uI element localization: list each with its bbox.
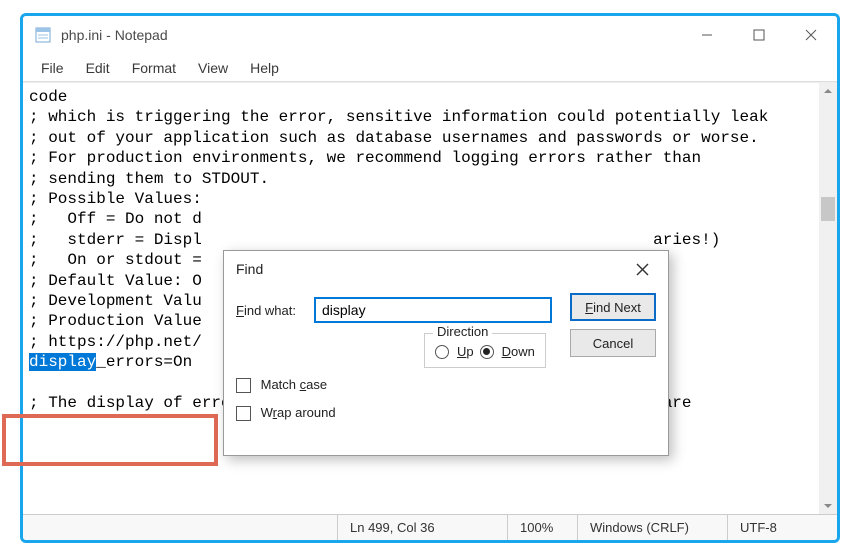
direction-down-label: Down [502,344,535,359]
minimize-button[interactable] [681,16,733,54]
cancel-button[interactable]: Cancel [570,329,656,357]
menu-edit[interactable]: Edit [76,58,120,78]
direction-up-label: Up [457,344,474,359]
menu-bar: File Edit Format View Help [23,54,837,82]
find-next-button[interactable]: Find Next [570,293,656,321]
status-eol: Windows (CRLF) [577,515,727,540]
direction-up-radio[interactable] [435,345,449,359]
scrollbar-thumb[interactable] [821,197,835,221]
match-case-label: Match case [261,377,327,392]
find-title: Find [236,261,622,277]
window-title: php.ini - Notepad [61,27,681,43]
find-dialog: Find Find what: Find Next Cancel Directi… [223,250,669,456]
direction-group: Direction Up Down [424,333,546,368]
status-encoding: UTF-8 [727,515,837,540]
text-selection: display [29,353,96,371]
wrap-around-checkbox[interactable] [236,406,251,421]
find-what-input[interactable] [314,297,552,323]
direction-down-radio[interactable] [480,345,494,359]
direction-label: Direction [433,324,492,339]
title-bar: php.ini - Notepad [23,16,837,54]
vertical-scrollbar[interactable] [819,83,837,514]
menu-file[interactable]: File [31,58,74,78]
match-case-checkbox[interactable] [236,378,251,393]
status-zoom: 100% [507,515,577,540]
find-what-label: Find what: [236,303,314,318]
find-close-button[interactable] [622,254,662,284]
wrap-around-label: Wrap around [261,405,336,420]
status-position: Ln 499, Col 36 [337,515,507,540]
close-button[interactable] [785,16,837,54]
menu-format[interactable]: Format [122,58,186,78]
maximize-button[interactable] [733,16,785,54]
notepad-icon [33,25,53,45]
find-titlebar: Find [224,251,668,287]
menu-help[interactable]: Help [240,58,289,78]
status-bar: Ln 499, Col 36 100% Windows (CRLF) UTF-8 [23,514,837,540]
menu-view[interactable]: View [188,58,238,78]
